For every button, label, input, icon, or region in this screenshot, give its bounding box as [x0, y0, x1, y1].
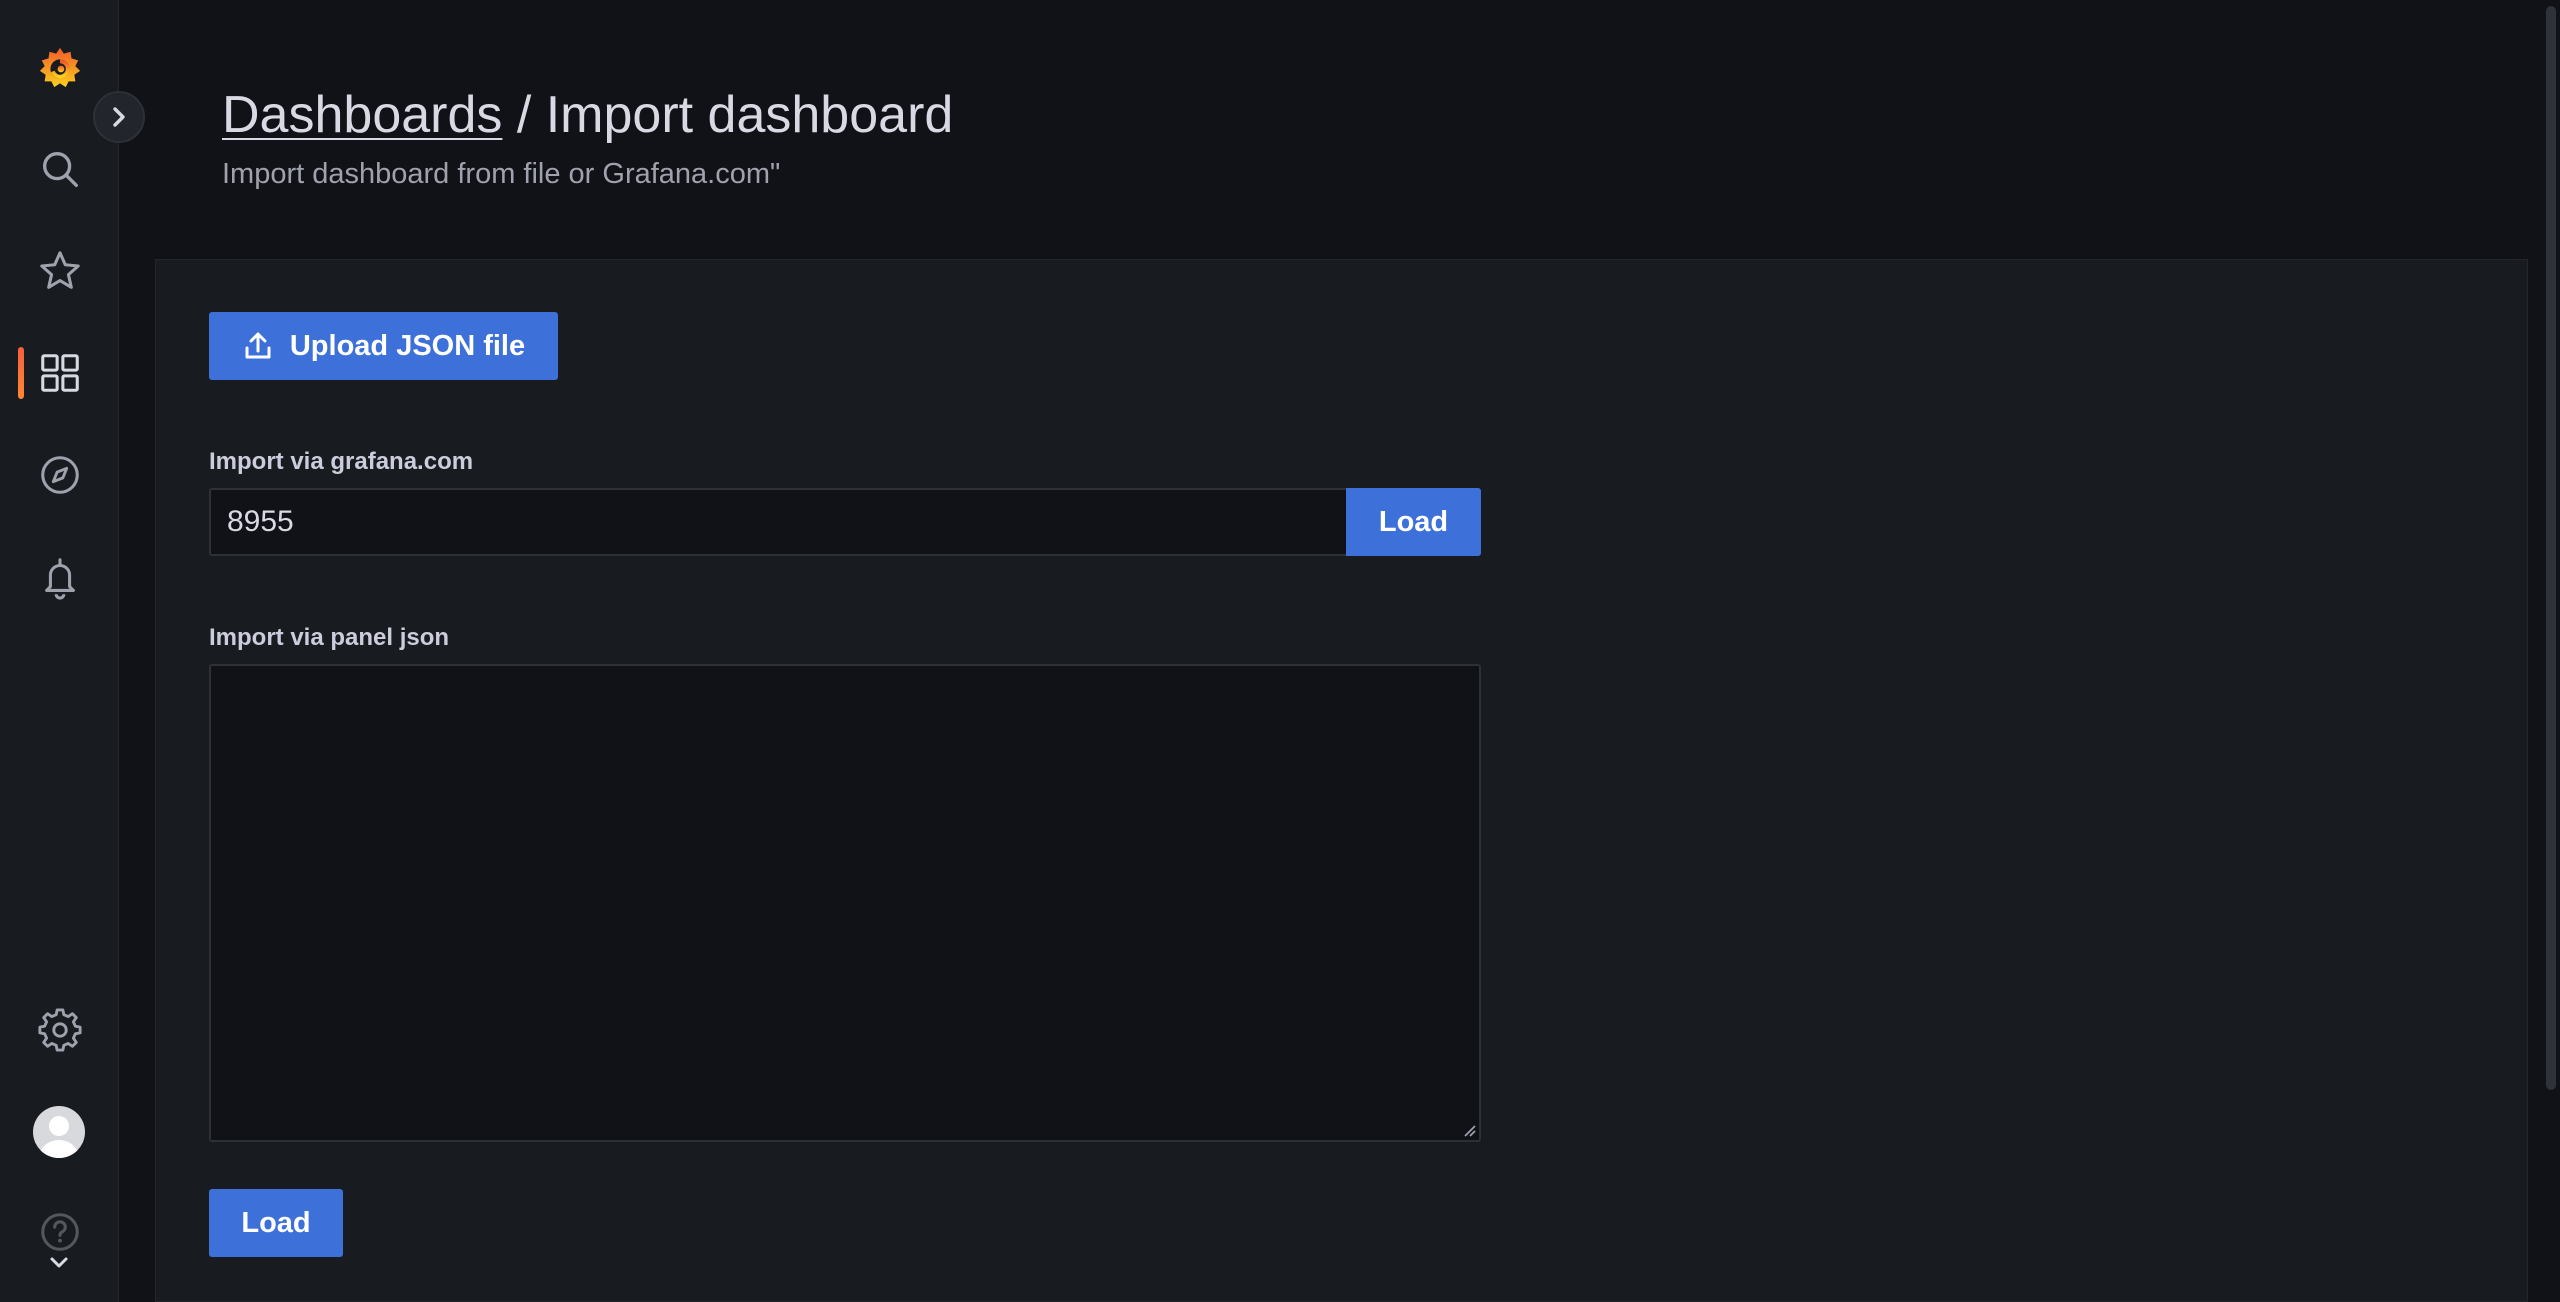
star-icon	[39, 251, 80, 289]
grafana-load-button[interactable]: Load	[1346, 488, 1481, 556]
avatar[interactable]	[33, 1106, 85, 1158]
sidebar	[0, 0, 119, 1302]
search-icon	[42, 151, 78, 187]
import-panel: Upload JSON file Import via grafana.com …	[155, 259, 2528, 1302]
page-subtitle: Import dashboard from file or Grafana.co…	[222, 158, 781, 190]
page-title: Dashboards / Import dashboard	[222, 84, 953, 146]
user-icon	[39, 1116, 79, 1158]
dashboards-nav-item[interactable]	[0, 333, 119, 413]
breadcrumb-dashboards-link[interactable]: Dashboards	[222, 86, 502, 144]
scrollbar-thumb[interactable]	[2546, 6, 2556, 1090]
search-nav-item[interactable]	[0, 129, 119, 209]
chevron-right-icon	[113, 107, 125, 127]
chevron-down-icon[interactable]	[47, 1255, 71, 1271]
upload-icon	[245, 332, 271, 359]
explore-nav-item[interactable]	[0, 435, 119, 515]
resize-grip-icon[interactable]	[1462, 1123, 1476, 1137]
page-title-text: Import dashboard	[545, 86, 954, 144]
breadcrumb-separator: /	[502, 86, 546, 144]
grafana-import-label: Import via grafana.com	[209, 448, 474, 475]
page-header: Dashboards / Import dashboard Import das…	[222, 84, 953, 191]
upload-json-button[interactable]: Upload JSON file	[209, 312, 558, 380]
upload-json-button-label: Upload JSON file	[289, 329, 526, 362]
grafana-id-input[interactable]	[209, 488, 1346, 556]
panel-json-textarea[interactable]	[209, 664, 1481, 1142]
sidebar-toggle-button[interactable]	[93, 91, 145, 143]
panel-json-load-button[interactable]: Load	[209, 1189, 343, 1257]
grafana-logo[interactable]	[0, 28, 119, 108]
grafana-logo-icon	[39, 47, 80, 88]
configuration-nav-item[interactable]	[0, 990, 119, 1070]
question-circle-icon	[40, 1213, 79, 1251]
alerting-nav-item[interactable]	[0, 537, 119, 617]
starred-nav-item[interactable]	[0, 231, 119, 311]
compass-icon	[40, 456, 79, 494]
apps-grid-icon	[40, 354, 79, 392]
bell-icon	[44, 558, 75, 600]
panel-json-label: Import via panel json	[209, 624, 450, 651]
gear-icon	[37, 1008, 82, 1052]
